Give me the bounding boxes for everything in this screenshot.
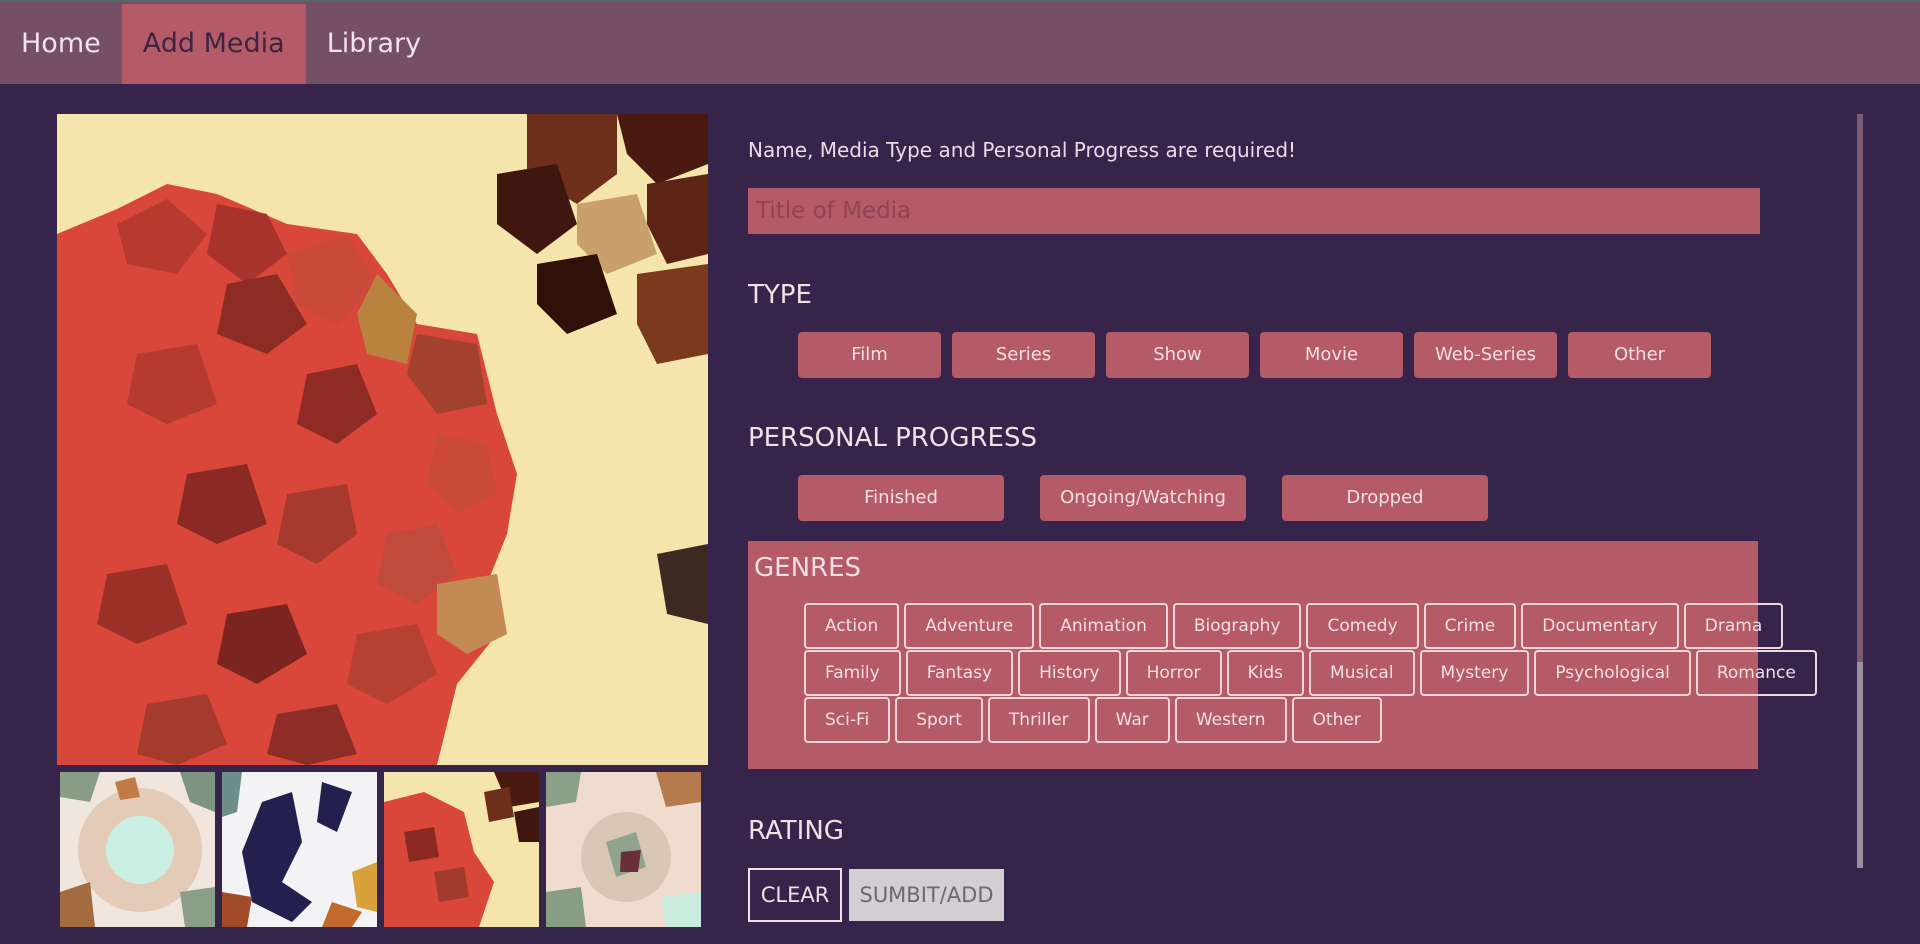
- genre-tag-romance[interactable]: Romance: [1695, 650, 1817, 696]
- genre-tag-history[interactable]: History: [1018, 650, 1121, 696]
- genre-row: Sci-Fi Sport Thriller War Western Other: [804, 697, 1817, 743]
- genre-tag-musical[interactable]: Musical: [1309, 650, 1415, 696]
- genres-panel: GENRES Action Adventure Animation Biogra…: [748, 541, 1817, 769]
- type-button-show[interactable]: Show: [1106, 332, 1249, 378]
- scrollbar-thumb[interactable]: [1857, 662, 1863, 868]
- type-button-series[interactable]: Series: [952, 332, 1095, 378]
- genre-tag-psychological[interactable]: Psychological: [1534, 650, 1691, 696]
- genre-tag-drama[interactable]: Drama: [1683, 603, 1784, 649]
- genre-tag-comedy[interactable]: Comedy: [1306, 603, 1419, 649]
- scrollbar[interactable]: [1857, 114, 1863, 868]
- genre-tag-animation[interactable]: Animation: [1039, 603, 1168, 649]
- type-button-movie[interactable]: Movie: [1260, 332, 1403, 378]
- top-navigation: Home Add Media Library: [0, 0, 1920, 84]
- genre-tag-war[interactable]: War: [1094, 697, 1170, 743]
- progress-button-finished[interactable]: Finished: [798, 475, 1004, 521]
- type-buttons: Film Series Show Movie Web-Series Other: [798, 332, 1711, 378]
- thumbnail-3[interactable]: [384, 772, 539, 927]
- genres-heading: GENRES: [754, 553, 862, 583]
- progress-button-dropped[interactable]: Dropped: [1282, 475, 1488, 521]
- progress-buttons: Finished Ongoing/Watching Dropped: [798, 475, 1488, 521]
- genre-tag-biography[interactable]: Biography: [1172, 603, 1302, 649]
- genre-tag-other[interactable]: Other: [1291, 697, 1382, 743]
- genre-tag-sci-fi[interactable]: Sci-Fi: [804, 697, 891, 743]
- genre-row: Action Adventure Animation Biography Com…: [804, 603, 1817, 649]
- required-fields-notice: Name, Media Type and Personal Progress a…: [748, 138, 1297, 162]
- nav-library[interactable]: Library: [306, 4, 442, 84]
- type-button-film[interactable]: Film: [798, 332, 941, 378]
- genre-tag-mystery[interactable]: Mystery: [1419, 650, 1530, 696]
- type-button-other[interactable]: Other: [1568, 332, 1711, 378]
- genre-tag-documentary[interactable]: Documentary: [1521, 603, 1679, 649]
- genre-tag-western[interactable]: Western: [1174, 697, 1287, 743]
- main-cover-image: [57, 114, 708, 765]
- title-input[interactable]: [748, 188, 1760, 234]
- rating-heading: RATING: [748, 816, 844, 846]
- clear-button[interactable]: CLEAR: [748, 868, 842, 922]
- genre-tag-action[interactable]: Action: [804, 603, 900, 649]
- nav-add-media[interactable]: Add Media: [121, 4, 306, 84]
- submit-add-button[interactable]: SUMBIT/ADD: [849, 869, 1004, 921]
- genre-tag-adventure[interactable]: Adventure: [904, 603, 1035, 649]
- genre-tag-crime[interactable]: Crime: [1423, 603, 1517, 649]
- personal-progress-heading: PERSONAL PROGRESS: [748, 423, 1037, 453]
- progress-button-ongoing[interactable]: Ongoing/Watching: [1040, 475, 1246, 521]
- thumbnail-1[interactable]: [60, 772, 215, 927]
- nav-home[interactable]: Home: [0, 4, 122, 84]
- genre-tag-list: Action Adventure Animation Biography Com…: [804, 603, 1817, 744]
- thumbnail-2[interactable]: [222, 772, 377, 927]
- genre-tag-kids[interactable]: Kids: [1226, 650, 1305, 696]
- thumbnail-strip: [60, 772, 701, 927]
- genre-tag-sport[interactable]: Sport: [895, 697, 983, 743]
- genre-tag-thriller[interactable]: Thriller: [987, 697, 1090, 743]
- genre-tag-fantasy[interactable]: Fantasy: [905, 650, 1014, 696]
- genre-row: Family Fantasy History Horror Kids Music…: [804, 650, 1817, 696]
- genre-tag-family[interactable]: Family: [804, 650, 901, 696]
- type-button-web-series[interactable]: Web-Series: [1414, 332, 1557, 378]
- type-heading: TYPE: [748, 280, 812, 310]
- thumbnail-4[interactable]: [546, 772, 701, 927]
- genre-tag-horror[interactable]: Horror: [1125, 650, 1222, 696]
